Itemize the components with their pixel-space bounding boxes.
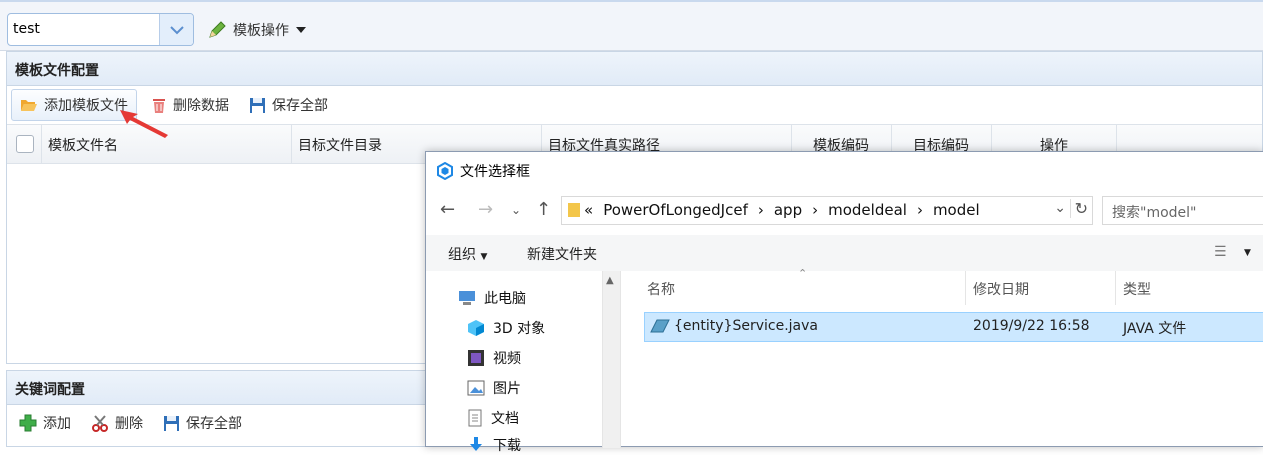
document-icon: [468, 409, 482, 427]
organize-button[interactable]: 组织 ▼: [448, 244, 487, 264]
video-icon: [468, 350, 484, 366]
top-toolbar: test 模板操作: [0, 0, 1263, 51]
pencil-icon: [209, 21, 226, 38]
recent-chevron-icon[interactable]: ⌄: [511, 203, 521, 217]
nav-label: 文档: [491, 411, 519, 427]
select-all-checkbox[interactable]: [16, 135, 34, 153]
folder-open-icon: [21, 100, 37, 111]
address-bar[interactable]: « PowerOfLongedJcef › app › modeldeal › …: [561, 196, 1093, 225]
view-options-icon[interactable]: ☰: [1214, 244, 1227, 260]
app-cube-icon: [437, 162, 453, 180]
panel-title: 关键词配置: [15, 382, 85, 398]
breadcrumb-item[interactable]: PowerOfLongedJcef: [603, 201, 748, 219]
annotation-arrow-icon: [120, 110, 168, 138]
template-select-value: test: [13, 21, 40, 37]
nav-item-videos[interactable]: 视频: [467, 348, 521, 368]
template-select[interactable]: test: [7, 13, 194, 46]
view-dropdown-icon[interactable]: ▼: [1244, 248, 1251, 258]
column-header-name[interactable]: 名称: [639, 271, 966, 305]
breadcrumb: « PowerOfLongedJcef › app › modeldeal › …: [584, 201, 980, 219]
back-arrow-icon[interactable]: ←: [440, 199, 455, 220]
column-header-modified[interactable]: 修改日期: [965, 271, 1116, 305]
save-all-label: 保存全部: [272, 98, 328, 114]
add-keyword-button[interactable]: 添加: [11, 408, 79, 438]
nav-label: 视频: [493, 351, 521, 367]
scroll-up-icon[interactable]: ▲: [606, 275, 614, 286]
add-keyword-label: 添加: [43, 416, 71, 432]
delete-keyword-label: 删除: [115, 416, 143, 432]
template-toolbar: 添加模板文件 删除数据 保存全部: [7, 87, 1262, 123]
refresh-icon[interactable]: ↻: [1069, 199, 1088, 218]
dialog-title: 文件选择框: [460, 164, 530, 180]
file-modified: 2019/9/22 16:58: [973, 318, 1090, 334]
folder-icon: [568, 203, 580, 217]
cube-3d-icon: [468, 320, 484, 336]
column-header-type[interactable]: 类型: [1115, 271, 1263, 305]
panel-header: 模板文件配置: [7, 52, 1262, 86]
nav-item-this-pc[interactable]: 此电脑: [458, 288, 526, 308]
breadcrumb-separator-icon: ›: [916, 201, 923, 219]
nav-item-pictures[interactable]: 图片: [467, 378, 521, 398]
save-all-keywords-label: 保存全部: [186, 416, 242, 432]
nav-item-3d-objects[interactable]: 3D 对象: [467, 318, 545, 338]
navigation-pane: 此电脑 3D 对象 视频 图片 文档 下载 ▲: [426, 271, 621, 454]
save-icon: [164, 415, 179, 431]
file-chooser-dialog: 文件选择框 ← → ⌄ ↑ « PowerOfLongedJcef › app …: [425, 151, 1263, 454]
file-row[interactable]: {entity}Service.java 2019/9/22 16:58 JAV…: [644, 312, 1263, 342]
delete-keyword-button[interactable]: 删除: [83, 408, 151, 438]
nav-label: 图片: [493, 381, 521, 397]
dialog-title-bar: 文件选择框: [436, 161, 530, 181]
nav-label: 下载: [493, 438, 521, 454]
save-icon: [250, 97, 265, 113]
nav-item-downloads[interactable]: 下载: [467, 435, 521, 455]
search-input[interactable]: 搜索"model": [1102, 196, 1263, 225]
breadcrumb-item[interactable]: model: [933, 201, 980, 219]
caret-down-icon: [296, 27, 306, 33]
file-list-pane: ⌃ 名称 修改日期 类型 {entity}Service.java 2019/9…: [620, 267, 1263, 448]
command-bar: 组织 ▼ 新建文件夹 ☰ ▼: [426, 235, 1263, 271]
chevron-down-icon[interactable]: [159, 14, 193, 45]
address-history-chevron-icon[interactable]: ⌄: [1054, 200, 1066, 216]
nav-item-documents[interactable]: 文档: [467, 408, 519, 428]
java-file-icon: [650, 319, 670, 333]
organize-label: 组织: [448, 247, 476, 263]
file-type: JAVA 文件: [1123, 321, 1187, 337]
breadcrumb-item[interactable]: modeldeal: [828, 201, 907, 219]
search-placeholder: 搜索"model": [1112, 205, 1197, 221]
scissors-icon: [92, 415, 108, 432]
nav-label: 此电脑: [484, 291, 526, 307]
add-template-label: 添加模板文件: [44, 98, 128, 114]
nav-scrollbar[interactable]: ▲: [602, 271, 621, 448]
template-ops-label: 模板操作: [233, 23, 289, 39]
breadcrumb-separator-icon: ›: [812, 201, 819, 219]
template-ops-menu[interactable]: 模板操作: [207, 19, 307, 41]
nav-label: 3D 对象: [493, 321, 546, 337]
address-row: ← → ⌄ ↑ « PowerOfLongedJcef › app › mode…: [426, 192, 1263, 228]
save-all-button[interactable]: 保存全部: [241, 90, 336, 120]
save-all-keywords-button[interactable]: 保存全部: [155, 408, 250, 438]
select-all-cell[interactable]: [7, 125, 42, 163]
download-icon: [470, 437, 482, 451]
forward-arrow-icon[interactable]: →: [478, 199, 493, 220]
plus-icon: [19, 414, 37, 432]
breadcrumb-item[interactable]: app: [774, 201, 802, 219]
delete-data-label: 删除数据: [173, 98, 229, 114]
breadcrumb-overflow[interactable]: «: [584, 201, 593, 219]
panel-title: 模板文件配置: [15, 63, 99, 79]
new-folder-button[interactable]: 新建文件夹: [527, 244, 597, 264]
computer-icon: [459, 291, 475, 305]
picture-icon: [467, 380, 485, 396]
up-arrow-icon[interactable]: ↑: [536, 199, 551, 220]
breadcrumb-separator-icon: ›: [757, 201, 764, 219]
file-name: {entity}Service.java: [674, 318, 818, 334]
